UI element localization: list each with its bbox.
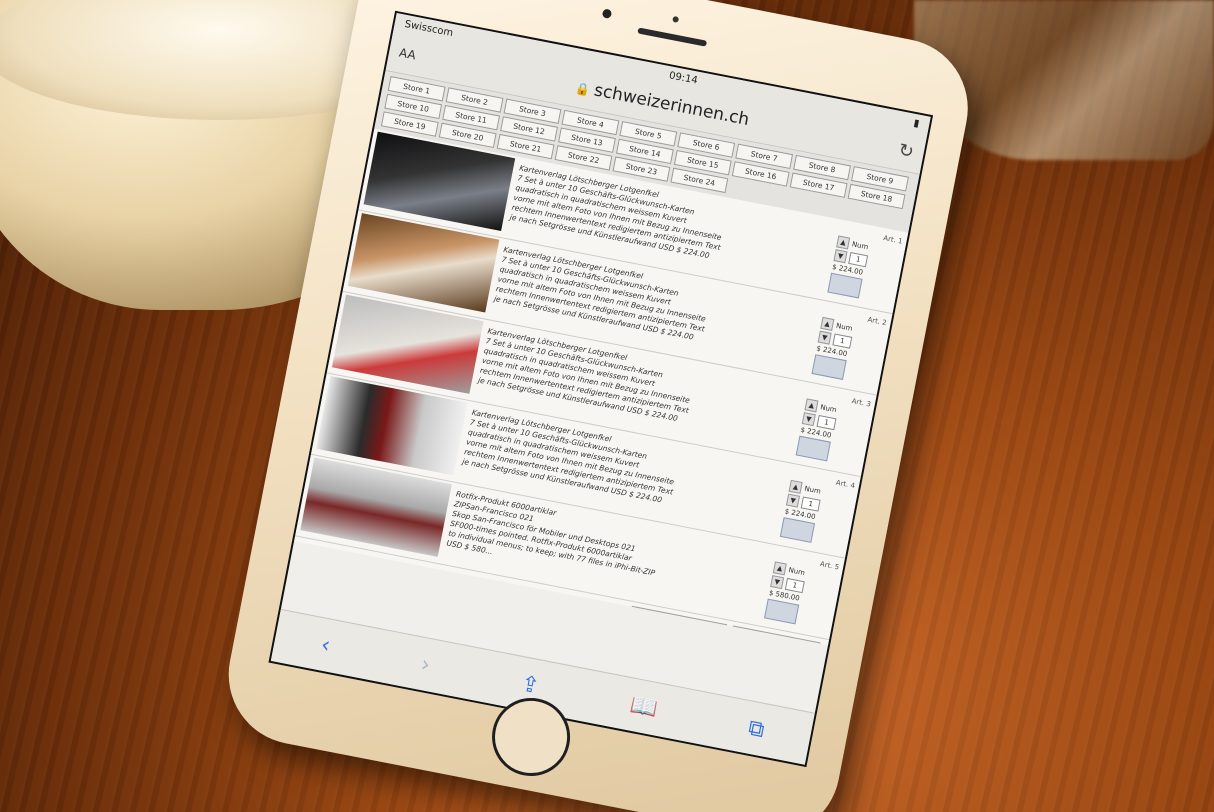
back-button[interactable]: ‹ <box>319 632 332 658</box>
article-number: Art. 4 <box>835 478 856 491</box>
increment-button[interactable]: ▲ <box>836 235 851 250</box>
share-icon[interactable]: ⇪ <box>519 671 542 699</box>
order-controls: Art. 2 ▲ Num ▼ 1 $ 224.00 <box>810 303 888 392</box>
sensor-icon <box>672 15 680 23</box>
order-controls: Art. 1 ▲ Num ▼ 1 $ 224.00 <box>826 222 904 311</box>
increment-button[interactable]: ▲ <box>820 316 835 331</box>
article-number: Art. 5 <box>819 560 840 572</box>
decrement-button[interactable]: ▼ <box>801 412 816 427</box>
increment-button[interactable]: ▲ <box>788 479 803 494</box>
decrement-button[interactable]: ▼ <box>785 493 801 508</box>
cart-icon[interactable] <box>811 354 847 380</box>
text-size-button[interactable]: AA <box>398 45 436 66</box>
time-label: 09:14 <box>668 69 699 87</box>
earpiece-speaker <box>637 27 708 47</box>
num-label: Num <box>851 240 869 252</box>
decrement-button[interactable]: ▼ <box>770 575 785 590</box>
tabs-icon[interactable]: ⧉ <box>746 715 766 743</box>
bookmarks-icon[interactable]: 📖 <box>628 692 660 722</box>
num-label: Num <box>803 484 822 496</box>
num-label: Num <box>819 403 838 415</box>
cart-icon[interactable] <box>779 517 816 543</box>
cart-icon[interactable] <box>764 598 800 625</box>
article-number: Art. 2 <box>866 315 888 328</box>
num-label: Num <box>835 321 854 333</box>
num-label: Num <box>787 566 806 578</box>
decrement-button[interactable]: ▼ <box>833 249 848 264</box>
photo-scene: Swisscom 09:14 ▮ AA 🔒schweizerinnen.ch ↻… <box>0 0 1214 812</box>
front-camera-icon <box>601 8 613 19</box>
order-controls: Art. 4 ▲ Num ▼ 1 $ 224.00 <box>779 466 857 555</box>
phone-screen: Swisscom 09:14 ▮ AA 🔒schweizerinnen.ch ↻… <box>268 10 934 768</box>
quantity-input[interactable]: 1 <box>848 252 869 268</box>
quantity-input[interactable]: 1 <box>784 577 805 594</box>
increment-button[interactable]: ▲ <box>772 561 787 576</box>
increment-button[interactable]: ▲ <box>804 398 819 413</box>
cart-icon[interactable] <box>827 272 863 299</box>
order-controls: Art. 3 ▲ Num ▼ 1 $ 224.00 <box>795 385 873 474</box>
article-number: Art. 3 <box>850 397 872 409</box>
article-number: Art. 1 <box>882 234 904 246</box>
battery-icon: ▮ <box>912 117 921 130</box>
cart-icon[interactable] <box>795 435 831 462</box>
lock-icon: 🔒 <box>574 80 592 98</box>
reload-button[interactable]: ↻ <box>888 137 916 162</box>
forward-button[interactable]: › <box>419 651 432 677</box>
quantity-input[interactable]: 1 <box>800 496 821 512</box>
quantity-input[interactable]: 1 <box>832 333 853 349</box>
decrement-button[interactable]: ▼ <box>817 330 832 345</box>
quantity-input[interactable]: 1 <box>816 414 837 431</box>
order-controls: Art. 5 ▲ Num ▼ 1 $ 580.00 <box>763 548 841 637</box>
